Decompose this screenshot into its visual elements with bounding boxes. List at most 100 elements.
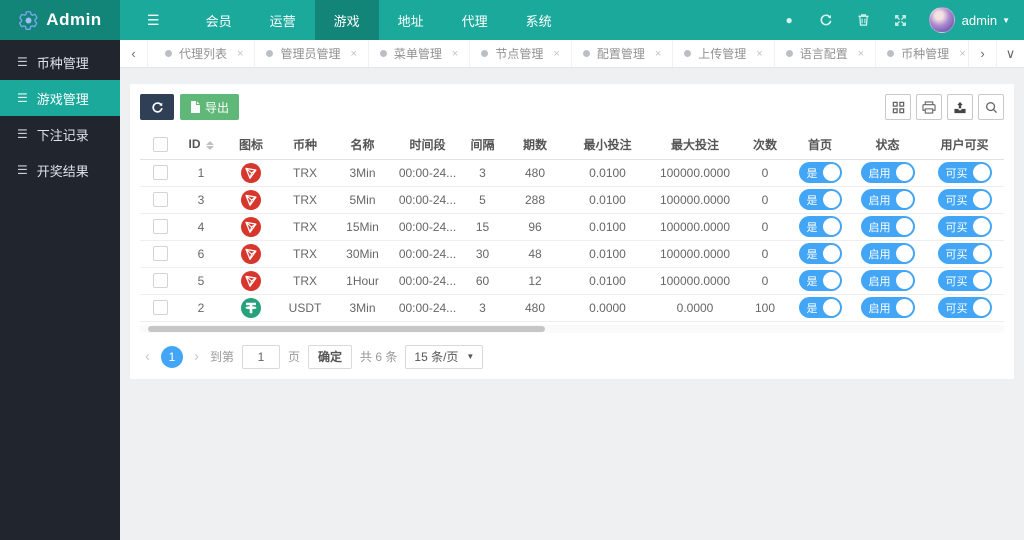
tab-close-icon[interactable]: ×: [553, 48, 559, 60]
buyable-toggle[interactable]: 可买: [937, 297, 992, 318]
row-checkbox[interactable]: [152, 273, 168, 289]
tab-语言配置[interactable]: 语言配置 ×: [775, 40, 877, 67]
sidebar-item-开奖结果[interactable]: ☰ 开奖结果: [0, 152, 120, 188]
tab-close-icon[interactable]: ×: [452, 48, 458, 60]
fullscreen-icon[interactable]: [882, 0, 919, 40]
status-toggle[interactable]: 启用: [860, 270, 915, 291]
nav-item-游戏[interactable]: 游戏: [314, 0, 379, 40]
tabs-scroll-left-icon[interactable]: ‹: [120, 40, 148, 67]
page-size-select[interactable]: 15 条/页 ▼: [405, 344, 484, 369]
cell-times: 0: [740, 186, 790, 214]
row-checkbox[interactable]: [152, 300, 168, 316]
sidebar-item-下注记录[interactable]: ☰ 下注记录: [0, 116, 120, 152]
confirm-page-button[interactable]: 确定: [308, 344, 353, 369]
usdt-coin-icon: [222, 297, 280, 318]
user-avatar[interactable]: [928, 7, 955, 33]
sort-asc-icon[interactable]: [205, 140, 214, 145]
nav-item-代理[interactable]: 代理: [443, 0, 507, 40]
cell-icon: [222, 213, 280, 241]
tab-close-icon[interactable]: ×: [858, 48, 864, 60]
toggle-knob-icon: [972, 218, 990, 235]
table-header: ID 图标 币种 名称 时间段 间隔 期数 最小投注 最大投注 次数 首页 状态 用户可买: [140, 130, 1004, 160]
buyable-toggle[interactable]: 可买: [937, 270, 992, 291]
trash-icon[interactable]: [845, 0, 882, 40]
sidebar-collapse-icon[interactable]: ☰: [120, 0, 187, 40]
row-checkbox[interactable]: [152, 192, 168, 208]
nav-item-会员[interactable]: 会员: [187, 0, 251, 40]
select-all-checkbox[interactable]: [152, 136, 168, 152]
sort-desc-icon[interactable]: [205, 145, 214, 150]
main-content: 导出 ID 图标 币种 名称 时间段 间隔 期数 最小投注 最大投注 次数 首页 状态 用户可买: [120, 68, 1024, 540]
home-toggle[interactable]: 是: [798, 189, 842, 210]
home-toggle[interactable]: 是: [798, 270, 842, 291]
tab-status-dot-icon: [785, 50, 793, 57]
prev-page-icon[interactable]: ‹: [142, 348, 153, 365]
home-toggle[interactable]: 是: [798, 243, 842, 264]
nav-item-地址[interactable]: 地址: [379, 0, 443, 40]
buyable-toggle[interactable]: 可买: [937, 162, 992, 183]
export-button[interactable]: 导出: [180, 94, 240, 120]
table-row: 2 USDT 3Min 00:00-24... 3 480 0.0000 0.0000 100 是…: [140, 294, 1004, 322]
status-toggle[interactable]: 启用: [860, 297, 915, 318]
tabs-scroll-right-icon[interactable]: ›: [968, 40, 996, 67]
export-data-icon[interactable]: [947, 94, 973, 120]
nav-item-系统[interactable]: 系统: [507, 0, 571, 40]
next-page-icon[interactable]: ›: [191, 348, 202, 365]
tab-close-icon[interactable]: ×: [237, 48, 243, 60]
username-label[interactable]: admin: [962, 13, 997, 28]
home-toggle[interactable]: 是: [798, 297, 842, 318]
cell-buyable: 可买: [925, 159, 1004, 187]
brand-logo[interactable]: Admin: [0, 0, 120, 40]
tab-代理列表[interactable]: 代理列表 ×: [154, 40, 256, 67]
tab-close-icon[interactable]: ×: [959, 48, 965, 60]
sidebar-item-币种管理[interactable]: ☰ 币种管理: [0, 44, 120, 80]
refresh-table-button[interactable]: [140, 94, 174, 120]
buyable-toggle[interactable]: 可买: [937, 189, 992, 210]
row-checkbox[interactable]: [152, 165, 168, 181]
tab-close-icon[interactable]: ×: [655, 48, 661, 60]
list-icon: ☰: [17, 163, 28, 177]
theme-dot-icon[interactable]: ●: [771, 0, 808, 40]
buyable-toggle[interactable]: 可买: [937, 243, 992, 264]
nav-item-运营[interactable]: 运营: [251, 0, 315, 40]
tab-菜单管理[interactable]: 菜单管理 ×: [369, 40, 471, 67]
user-caret-down-icon[interactable]: ▼: [1002, 16, 1010, 25]
refresh-icon[interactable]: [808, 0, 845, 40]
cell-home: 是: [790, 186, 850, 214]
buyable-toggle[interactable]: 可买: [937, 216, 992, 237]
export-file-icon: [190, 101, 200, 113]
goto-page-input[interactable]: [242, 344, 281, 369]
home-toggle[interactable]: 是: [798, 216, 842, 237]
tab-close-icon[interactable]: ×: [756, 48, 762, 60]
status-toggle[interactable]: 启用: [860, 189, 915, 210]
current-page-button[interactable]: 1: [161, 345, 183, 368]
tab-上传管理[interactable]: 上传管理 ×: [673, 40, 775, 67]
row-checkbox[interactable]: [152, 219, 168, 235]
columns-toggle-icon[interactable]: [885, 94, 911, 120]
horizontal-scrollbar-thumb[interactable]: [148, 325, 546, 332]
sort-icon[interactable]: [205, 140, 214, 150]
cell-time_range: 00:00-24...: [395, 186, 460, 214]
status-toggle[interactable]: 启用: [860, 216, 915, 237]
col-header-label: 次数: [752, 137, 777, 152]
print-icon[interactable]: [916, 94, 942, 120]
cell-buyable: 可买: [925, 267, 1004, 295]
toggle-knob-icon: [822, 272, 840, 289]
tabs-collapse-icon[interactable]: ∨: [996, 40, 1024, 67]
sidebar-item-游戏管理[interactable]: ☰ 游戏管理: [0, 80, 120, 116]
tab-配置管理[interactable]: 配置管理 ×: [572, 40, 674, 67]
tab-close-icon[interactable]: ×: [350, 48, 356, 60]
top-navbar: Admin ☰ 会员 运营 游戏 地址 代理 系统 ● admin ▼: [0, 0, 1024, 40]
search-icon[interactable]: [978, 94, 1004, 120]
tab-节点管理[interactable]: 节点管理 ×: [470, 40, 572, 67]
col-header-label: 期数: [522, 137, 547, 152]
status-toggle[interactable]: 启用: [860, 243, 915, 264]
tab-币种管理[interactable]: 币种管理 ×: [876, 40, 968, 67]
col-header-label: 时间段: [409, 137, 446, 152]
status-toggle[interactable]: 启用: [860, 162, 915, 183]
row-checkbox[interactable]: [152, 246, 168, 262]
cell-status: 启用: [850, 159, 925, 187]
cell-symbol: TRX: [280, 159, 330, 187]
home-toggle[interactable]: 是: [798, 162, 842, 183]
tab-管理员管理[interactable]: 管理员管理 ×: [255, 40, 369, 67]
